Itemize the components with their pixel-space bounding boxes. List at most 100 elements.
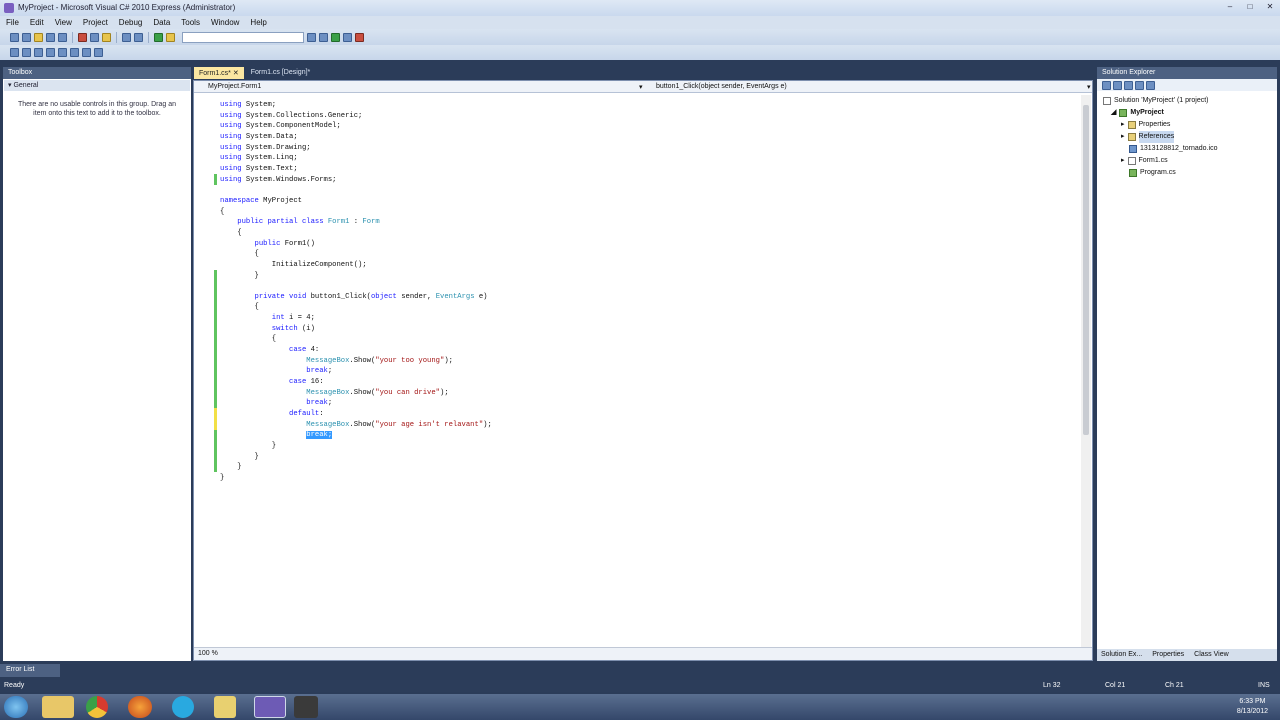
zoom-level[interactable]: 100 %	[198, 650, 218, 657]
code-line[interactable]: break;	[220, 366, 1080, 377]
code-line[interactable]: {	[220, 302, 1080, 313]
solution-explorer-icon[interactable]	[307, 32, 316, 42]
start-orb-icon[interactable]	[4, 696, 28, 718]
code-line[interactable]: }	[220, 271, 1080, 282]
taskbar-clock[interactable]: 6:33 PM 8/13/2012	[1237, 697, 1268, 717]
code-line[interactable]: }	[220, 452, 1080, 463]
code-line[interactable]: {	[220, 207, 1080, 218]
tree-item-ico-file[interactable]: 1313128812_tornado.ico	[1103, 143, 1277, 155]
save-icon[interactable]	[46, 32, 55, 42]
close-tab-icon[interactable]: ✕	[233, 70, 239, 77]
code-line[interactable]	[220, 185, 1080, 196]
menu-edit[interactable]: Edit	[30, 18, 44, 27]
code-line[interactable]: {	[220, 249, 1080, 260]
decrease-indent-icon[interactable]	[46, 48, 55, 57]
uncomment-icon[interactable]	[82, 48, 91, 57]
find-in-files-icon[interactable]	[166, 32, 175, 42]
code-line[interactable]: using System.Data;	[220, 132, 1080, 143]
comment-icon[interactable]	[70, 48, 79, 57]
copy-icon[interactable]	[90, 32, 99, 42]
code-line[interactable]: default:	[220, 409, 1080, 420]
chrome-icon[interactable]	[86, 696, 108, 718]
firefox-icon[interactable]	[128, 696, 152, 718]
code-line[interactable]: MessageBox.Show("your too young");	[220, 356, 1080, 367]
code-line[interactable]: break;	[220, 398, 1080, 409]
quick-info-icon[interactable]	[10, 48, 19, 57]
code-line[interactable]: {	[220, 334, 1080, 345]
tab-form1-design[interactable]: Form1.cs [Design]*	[246, 67, 316, 79]
redo-icon[interactable]	[134, 32, 143, 42]
code-line[interactable]: public Form1()	[220, 239, 1080, 250]
tab-properties[interactable]: Properties	[1152, 651, 1184, 659]
app-icon-2[interactable]	[294, 696, 318, 718]
chevron-down-icon[interactable]: ▾	[639, 83, 643, 91]
code-line[interactable]: }	[220, 441, 1080, 452]
code-line[interactable]: case 16:	[220, 377, 1080, 388]
parameter-info-icon[interactable]	[22, 48, 31, 57]
word-completion-icon[interactable]	[34, 48, 43, 57]
start-debugging-icon[interactable]	[154, 32, 163, 42]
save-all-icon[interactable]	[58, 32, 67, 42]
tree-item-form1[interactable]: ▸ Form1.cs	[1103, 155, 1277, 167]
paste-icon[interactable]	[102, 32, 111, 42]
toolbox-group-general[interactable]: ▾ General	[4, 80, 190, 91]
code-line[interactable]: public partial class Form1 : Form	[220, 217, 1080, 228]
properties-window-icon[interactable]	[319, 32, 328, 42]
code-line[interactable]: switch (i)	[220, 324, 1080, 335]
code-line[interactable]: using System.Windows.Forms;	[220, 175, 1080, 186]
scroll-thumb[interactable]	[1083, 105, 1089, 435]
code-line[interactable]	[220, 281, 1080, 292]
tree-item-project[interactable]: ◢ MyProject	[1103, 107, 1277, 119]
code-line[interactable]: private void button1_Click(object sender…	[220, 292, 1080, 303]
code-line[interactable]: using System.Collections.Generic;	[220, 111, 1080, 122]
tree-item-properties[interactable]: ▸ Properties	[1103, 119, 1277, 131]
code-line[interactable]: using System;	[220, 100, 1080, 111]
code-line[interactable]: using System.Drawing;	[220, 143, 1080, 154]
properties-icon[interactable]	[1102, 81, 1111, 90]
code-line[interactable]: {	[220, 228, 1080, 239]
minimize-button[interactable]: –	[1224, 2, 1236, 12]
tab-solution-explorer[interactable]: Solution Ex...	[1101, 651, 1142, 659]
menu-data[interactable]: Data	[153, 18, 170, 27]
code-editor[interactable]: MyProject.Form1 ▾ button1_Click(object s…	[193, 80, 1093, 661]
show-all-files-icon[interactable]	[1113, 81, 1122, 90]
menu-file[interactable]: File	[6, 18, 19, 27]
code-line[interactable]: }	[220, 462, 1080, 473]
visual-studio-icon[interactable]	[254, 696, 286, 718]
view-code-icon[interactable]	[1135, 81, 1144, 90]
close-button[interactable]: ✕	[1264, 2, 1276, 12]
app-icon[interactable]	[214, 696, 236, 718]
type-dropdown[interactable]: MyProject.Form1	[208, 83, 261, 90]
code-line[interactable]: }	[220, 473, 1080, 484]
cut-icon[interactable]	[78, 32, 87, 42]
menu-window[interactable]: Window	[211, 18, 239, 27]
tab-class-view[interactable]: Class View	[1194, 651, 1229, 659]
increase-indent-icon[interactable]	[58, 48, 67, 57]
code-line[interactable]: MessageBox.Show("you can drive");	[220, 388, 1080, 399]
tree-item-program[interactable]: Program.cs	[1103, 167, 1277, 179]
code-line[interactable]: using System.Linq;	[220, 153, 1080, 164]
add-item-icon[interactable]	[22, 32, 31, 42]
object-browser-icon[interactable]	[331, 32, 340, 42]
code-line[interactable]: namespace MyProject	[220, 196, 1080, 207]
file-explorer-icon[interactable]	[42, 696, 74, 718]
member-dropdown[interactable]: button1_Click(object sender, EventArgs e…	[656, 83, 787, 90]
bookmark-icon[interactable]	[94, 48, 103, 57]
tree-item-references[interactable]: ▸ References	[1103, 131, 1277, 143]
code-line[interactable]: InitializeComponent();	[220, 260, 1080, 271]
tree-item-solution[interactable]: Solution 'MyProject' (1 project)	[1103, 95, 1277, 107]
refresh-icon[interactable]	[1124, 81, 1133, 90]
view-designer-icon[interactable]	[1146, 81, 1155, 90]
skype-icon[interactable]	[172, 696, 194, 718]
new-project-icon[interactable]	[10, 32, 19, 42]
code-text[interactable]: using System; using System.Collections.Ge…	[220, 100, 1080, 630]
menu-debug[interactable]: Debug	[119, 18, 143, 27]
tab-form1-cs[interactable]: Form1.cs* ✕	[194, 67, 244, 79]
code-line[interactable]: MessageBox.Show("your age isn't relavant…	[220, 420, 1080, 431]
code-line[interactable]: case 4:	[220, 345, 1080, 356]
maximize-button[interactable]: □	[1244, 2, 1256, 12]
chevron-down-icon[interactable]: ▾	[1087, 83, 1091, 91]
find-combo-box[interactable]	[182, 31, 304, 43]
undo-icon[interactable]	[122, 32, 131, 42]
code-line[interactable]: int i = 4;	[220, 313, 1080, 324]
